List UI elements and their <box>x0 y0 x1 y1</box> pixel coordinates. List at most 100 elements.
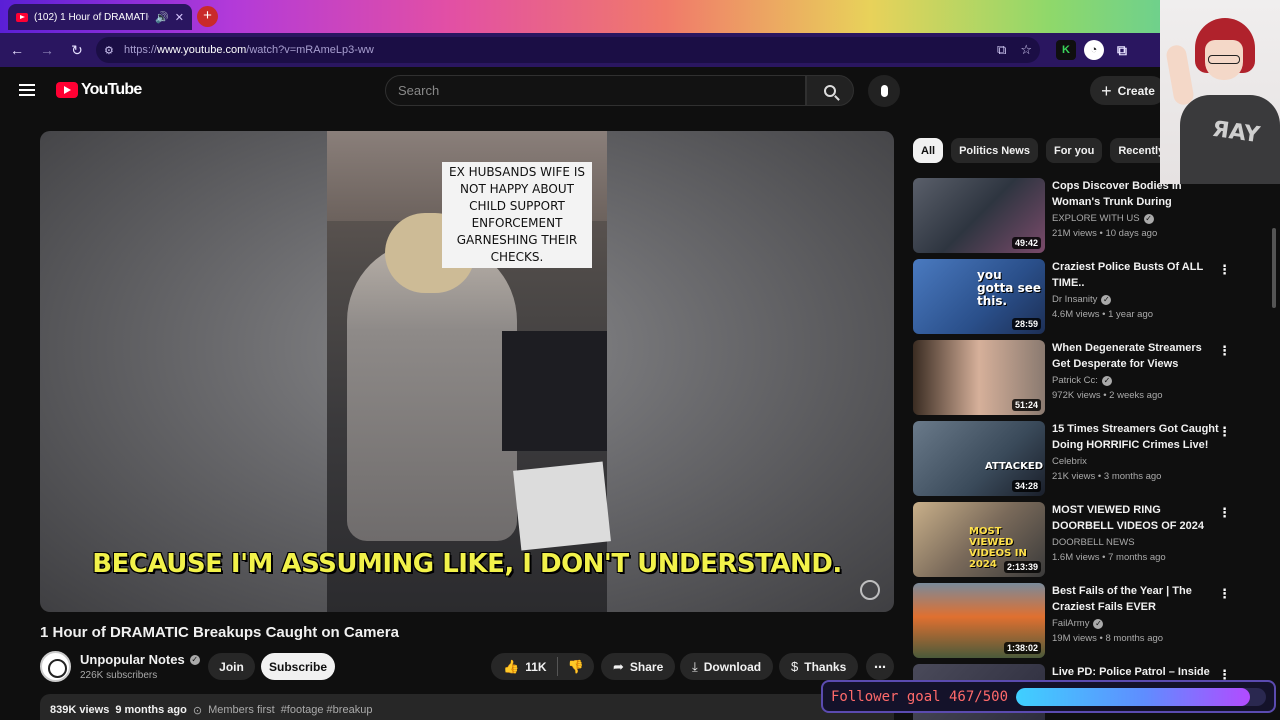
search-input[interactable]: Search <box>385 75 806 106</box>
create-button[interactable]: + Create <box>1090 76 1166 105</box>
subscribe-button[interactable]: Subscribe <box>261 653 335 680</box>
like-dislike-group: 👍 11K 👎 <box>491 653 594 680</box>
recommendation-meta: 21K views • 3 months ago <box>1052 471 1162 482</box>
recommendation-thumbnail[interactable]: you gotta see this. 28:59 <box>913 259 1045 334</box>
share-button[interactable]: ➦ Share <box>601 653 676 680</box>
thanks-button[interactable]: $ Thanks <box>779 653 859 680</box>
tab-close-icon[interactable]: ✕ <box>175 11 184 24</box>
recommendation-title[interactable]: Craziest Police Busts Of ALL TIME.. <box>1052 259 1222 291</box>
search-icon <box>824 84 836 97</box>
streamer-avatar-overlay: ЯAY <box>1160 0 1280 184</box>
like-count[interactable]: 11K <box>525 660 546 674</box>
recommendation-channel[interactable]: Celebrix <box>1052 456 1222 467</box>
site-settings-icon[interactable]: ⚙ <box>104 44 124 57</box>
recommendation-title[interactable]: 15 Times Streamers Got Caught Doing HORR… <box>1052 421 1222 453</box>
recommendation-channel[interactable]: FailArmy ✓ <box>1052 618 1222 629</box>
share-label: Share <box>629 659 664 674</box>
install-app-icon[interactable]: ⧉ <box>997 42 1006 58</box>
recommendation-title[interactable]: Best Fails of the Year | The Craziest Fa… <box>1052 583 1222 615</box>
members-first-icon: ⊙ <box>192 705 203 717</box>
url-path: /watch?v=mRAmeLp3-ww <box>246 44 374 56</box>
forward-arrow-icon[interactable]: → <box>34 37 60 63</box>
recommendation-thumbnail[interactable]: MOST VIEWED VIDEOS IN 2024 2:13:39 <box>913 502 1045 577</box>
verified-check-icon: ✓ <box>1143 213 1154 224</box>
recommendation-thumbnail[interactable]: 49:42 <box>913 178 1045 253</box>
recommendation-item[interactable]: 49:42 Cops Discover Bodies In Woman's Tru… <box>913 178 1233 253</box>
recommendation-title[interactable]: Live PD: Police Patrol – Inside <box>1052 664 1222 680</box>
recommendation-item[interactable]: ATTACKED 34:28 15 Times Streamers Got Caug… <box>913 421 1233 496</box>
reload-icon[interactable]: ↻ <box>64 37 90 63</box>
video-overlay-caption: EX HUBSANDS WIFE IS NOT HAPPY ABOUT CHIL… <box>442 162 592 268</box>
like-divider <box>556 657 558 676</box>
verified-check-icon: ✓ <box>189 654 200 665</box>
extension-circle-icon[interactable]: ◔ <box>1084 40 1104 60</box>
new-tab-button[interactable]: + <box>197 6 218 27</box>
download-label: Download <box>703 659 762 674</box>
url-scheme: https:// <box>124 44 158 56</box>
extensions-puzzle-icon[interactable]: ⧉ <box>1112 40 1132 60</box>
video-player[interactable]: EX HUBSANDS WIFE IS NOT HAPPY ABOUT CHIL… <box>40 131 894 612</box>
more-vertical-icon[interactable]: ⋮ <box>1218 506 1231 519</box>
channel-name[interactable]: Unpopular Notes ✓ <box>80 652 200 667</box>
back-arrow-icon[interactable]: ← <box>4 37 30 63</box>
hamburger-menu-icon[interactable] <box>19 84 35 96</box>
video-title: 1 Hour of DRAMATIC Breakups Caught on Ca… <box>40 624 399 641</box>
duration-badge: 34:28 <box>1011 480 1041 492</box>
follower-goal-bar <box>1016 687 1266 706</box>
recommendation-title[interactable]: When Degenerate Streamers Get Desperate … <box>1052 340 1222 372</box>
recommendation-title[interactable]: MOST VIEWED RING DOORBELL VIDEOS OF 2024 <box>1052 502 1222 534</box>
recommendation-thumbnail[interactable]: 1:38:02 <box>913 583 1045 658</box>
channel-watermark-icon[interactable] <box>860 580 880 600</box>
download-button[interactable]: ⤓ Download <box>680 653 774 680</box>
thumbs-down-icon[interactable]: 👎 <box>568 659 584 675</box>
recommendation-channel[interactable]: EXPLORE WITH US ✓ <box>1052 213 1222 224</box>
browser-tab-strip: (102) 1 Hour of DRAMATIC 🔊 ✕ + <box>0 0 1280 33</box>
chip-for-you[interactable]: For you <box>1045 138 1103 163</box>
create-label: Create <box>1117 83 1155 98</box>
recommendation-item[interactable]: 51:24 When Degenerate Streamers Get Despe… <box>913 340 1233 415</box>
speaker-icon[interactable]: 🔊 <box>155 11 169 24</box>
recommendation-item[interactable]: MOST VIEWED VIDEOS IN 2024 2:13:39 MOST VI… <box>913 502 1233 577</box>
sidebar-scrollbar[interactable] <box>1272 228 1276 308</box>
duration-badge: 28:59 <box>1011 318 1041 330</box>
more-horizontal-icon: ⋯ <box>874 659 886 674</box>
verified-check-icon: ✓ <box>1101 294 1112 305</box>
thanks-label: Thanks <box>804 659 847 674</box>
address-bar[interactable]: ⚙ https:// www.youtube.com /watch?v=mRAm… <box>96 37 1040 63</box>
kick-extension-icon[interactable]: K <box>1056 40 1076 60</box>
channel-avatar[interactable] <box>40 651 71 682</box>
recommendation-thumbnail[interactable]: 51:24 <box>913 340 1045 415</box>
description-box[interactable]: 839K views 9 months ago ⊙ Members first … <box>40 694 894 720</box>
share-arrow-icon: ➦ <box>613 658 624 674</box>
search-button[interactable] <box>806 75 854 106</box>
recommendation-channel-name: EXPLORE WITH US <box>1052 213 1140 224</box>
duration-badge: 49:42 <box>1011 237 1041 249</box>
recommendation-thumbnail[interactable]: ATTACKED 34:28 <box>913 421 1045 496</box>
bookmark-star-icon[interactable]: ☆ <box>1020 42 1032 58</box>
recommendation-meta: 4.6M views • 1 year ago <box>1052 309 1154 320</box>
video-monitor <box>502 331 607 451</box>
more-actions-button[interactable]: ⋯ <box>866 653 894 680</box>
thumbs-up-icon[interactable]: 👍 <box>503 659 519 675</box>
recommendation-channel[interactable]: DOORBELL NEWS <box>1052 537 1222 548</box>
chip-all[interactable]: All <box>913 138 944 163</box>
chip-politics-news[interactable]: Politics News <box>951 138 1038 163</box>
youtube-logo[interactable]: YouTube <box>56 81 142 99</box>
more-vertical-icon[interactable]: ⋮ <box>1218 425 1231 438</box>
recommendation-meta: 972K views • 2 weeks ago <box>1052 390 1163 401</box>
browser-tab[interactable]: (102) 1 Hour of DRAMATIC 🔊 ✕ <box>8 4 192 30</box>
more-vertical-icon[interactable]: ⋮ <box>1218 344 1231 357</box>
more-vertical-icon[interactable]: ⋮ <box>1218 263 1231 276</box>
video-tags[interactable]: #footage #breakup <box>281 704 373 720</box>
more-vertical-icon[interactable]: ⋮ <box>1218 587 1231 600</box>
filter-chips: All Politics News For you Recently <box>913 138 1173 163</box>
recommendation-channel-name: Patrick Cc: <box>1052 375 1098 386</box>
logo-wordmark: YouTube <box>81 81 142 98</box>
recommendation-channel[interactable]: Patrick Cc: ✓ <box>1052 375 1222 386</box>
join-button[interactable]: Join <box>208 653 255 680</box>
recommendation-item[interactable]: you gotta see this. 28:59 Craziest Police … <box>913 259 1233 334</box>
recommendation-item[interactable]: 1:38:02 Best Fails of the Year | The Craz… <box>913 583 1233 658</box>
follower-goal-widget: Follower goal 467/500 <box>821 680 1276 713</box>
voice-search-button[interactable] <box>868 75 900 107</box>
recommendation-channel[interactable]: Dr Insanity ✓ <box>1052 294 1222 305</box>
